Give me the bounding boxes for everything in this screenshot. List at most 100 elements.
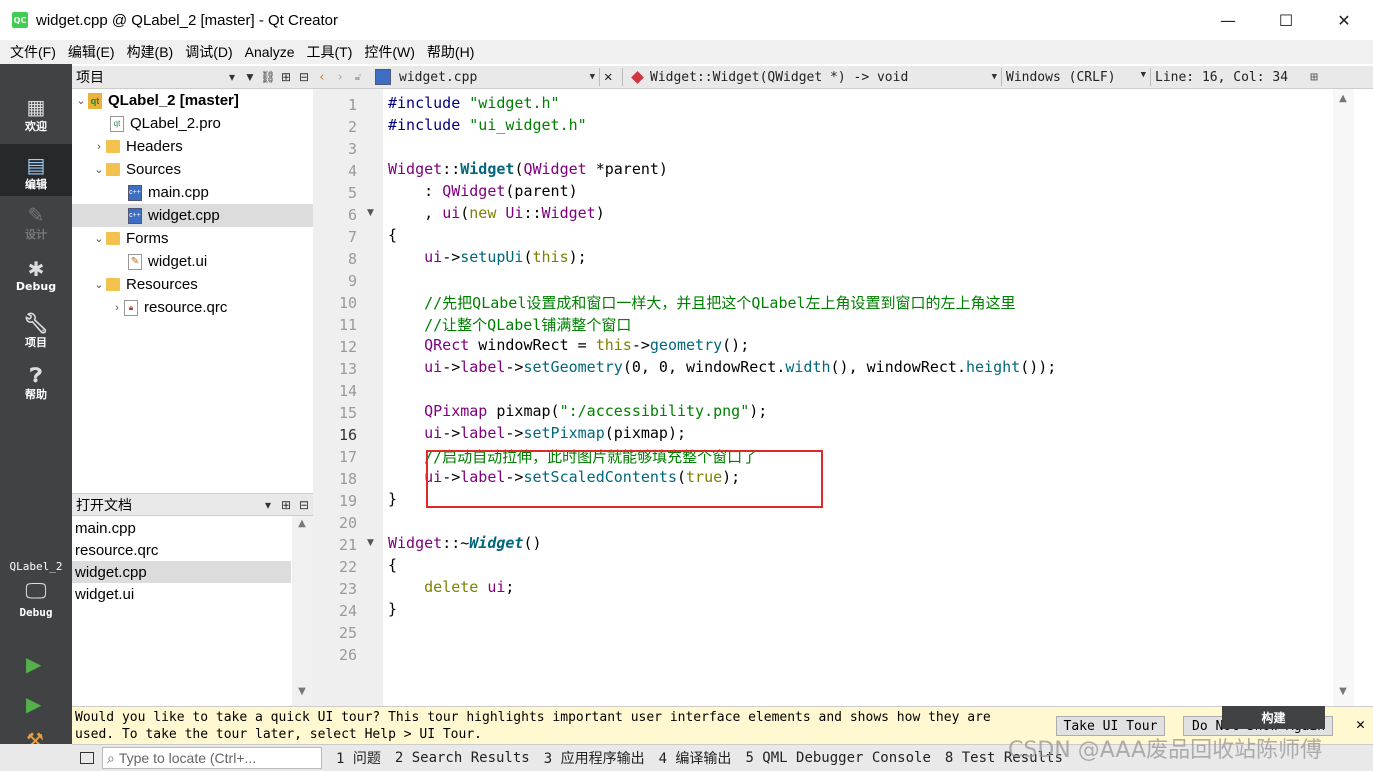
chevron-down-icon[interactable]: ⌄: [92, 278, 106, 291]
line-ending-selector[interactable]: Windows (CRLF) ▼: [1006, 70, 1146, 85]
qrc-file-icon: 🔒︎: [124, 299, 138, 316]
split-icon[interactable]: ⊞: [277, 498, 295, 512]
locator-input[interactable]: ⌕ Type to locate (Ctrl+...: [102, 747, 322, 769]
scroll-up-arrow-icon[interactable]: ▲: [293, 518, 311, 534]
scroll-down-arrow-icon[interactable]: ▼: [293, 686, 311, 702]
tree-item-main-cpp[interactable]: c++ main.cpp: [72, 181, 313, 204]
chevron-right-icon[interactable]: ›: [110, 302, 124, 314]
kit-name: QLabel_2: [9, 560, 63, 573]
folder-icon: [106, 140, 120, 153]
pane-issues[interactable]: 1 问题: [336, 748, 381, 768]
split-icon[interactable]: ⊞: [277, 70, 295, 84]
menu-tools[interactable]: 工具(T): [300, 42, 358, 62]
forward-arrow-icon[interactable]: ›: [331, 70, 349, 85]
line-number: 17: [338, 448, 357, 466]
tree-item-widget-ui[interactable]: ✎ widget.ui: [72, 250, 313, 273]
chevron-down-icon[interactable]: ⌄: [92, 163, 106, 176]
bug-icon: ✱: [27, 257, 45, 281]
pane-compile-output[interactable]: 4 编译输出: [659, 748, 732, 768]
tree-item-resource-qrc[interactable]: › 🔒︎ resource.qrc: [72, 296, 313, 319]
tree-item-pro-file[interactable]: qt QLabel_2.pro: [72, 112, 313, 135]
maximize-button[interactable]: ☐: [1257, 0, 1315, 40]
mode-edit[interactable]: ▤ 编辑: [0, 144, 72, 196]
minimize-button[interactable]: —: [1199, 0, 1257, 40]
close-window-button[interactable]: ✕: [1315, 0, 1373, 40]
menu-build[interactable]: 构建(B): [121, 42, 180, 62]
menu-edit[interactable]: 编辑(E): [62, 42, 121, 62]
lock-icon: 🔓︎: [354, 71, 362, 83]
dropdown-arrow-icon[interactable]: ▼: [992, 72, 997, 82]
mode-design-label: 设计: [25, 228, 47, 241]
tree-item-widget-cpp[interactable]: c++ widget.cpp: [72, 204, 313, 227]
folder-icon: [106, 232, 120, 245]
tree-item-headers[interactable]: › Headers: [72, 135, 313, 158]
code-line-10: //先把QLabel设置成和窗口一样大，并且把这个QLabel左上角设置到窗口的…: [388, 294, 1016, 312]
cpp-file-icon: c++: [128, 207, 142, 224]
line-number: 18: [338, 470, 357, 488]
scroll-down-arrow-icon[interactable]: ▼: [1334, 686, 1352, 702]
fold-marker-icon[interactable]: ▼: [367, 208, 377, 218]
code-editor[interactable]: #include "widget.h" #include "ui_widget.…: [383, 89, 1354, 706]
dropdown-arrow-icon[interactable]: ▼: [1141, 70, 1146, 85]
menu-file[interactable]: 文件(F): [4, 42, 62, 62]
tree-item-label: resource.qrc: [144, 299, 228, 316]
title-bar: QC widget.cpp @ QLabel_2 [master] - Qt C…: [0, 0, 1373, 40]
dropdown-arrow-icon[interactable]: ▼: [590, 72, 595, 82]
menu-widgets[interactable]: 控件(W): [358, 42, 421, 62]
open-docs-scrollbar[interactable]: ▲ ▼: [292, 516, 313, 706]
tree-item-sources[interactable]: ⌄ Sources: [72, 158, 313, 181]
debug-run-button[interactable]: ▶: [26, 694, 46, 714]
link-icon[interactable]: ⛓︎: [259, 70, 277, 84]
pane-application-output[interactable]: 3 应用程序输出: [544, 748, 645, 768]
code-line-12: QRect windowRect = this->geometry();: [424, 336, 750, 354]
line-number: 21: [338, 536, 357, 554]
pane-search-results[interactable]: 2 Search Results: [395, 750, 530, 766]
toggle-sidebar-icon[interactable]: [80, 752, 94, 764]
run-button[interactable]: ▶: [26, 654, 46, 674]
dropdown-arrow-icon[interactable]: ▾: [223, 70, 241, 84]
mode-projects[interactable]: 🔧︎ 项目: [0, 312, 72, 360]
scroll-up-arrow-icon[interactable]: ▲: [1334, 93, 1352, 109]
close-document-icon[interactable]: ✕: [604, 69, 618, 85]
close-pane-icon[interactable]: ⊟: [295, 498, 313, 512]
kit-selector[interactable]: QLabel_2 🖵︎ Debug: [0, 560, 72, 619]
open-doc-item[interactable]: widget.ui: [72, 583, 291, 605]
tree-item-resources[interactable]: ⌄ Resources: [72, 273, 313, 296]
editor-scrollbar[interactable]: ▲ ▼: [1333, 89, 1354, 706]
mode-debug[interactable]: ✱ Debug: [0, 258, 72, 306]
mode-welcome[interactable]: ▦ 欢迎: [0, 96, 72, 144]
current-function: Widget::Widget(QWidget *) -> void: [650, 69, 909, 85]
back-arrow-icon[interactable]: ‹: [313, 70, 331, 85]
open-doc-item[interactable]: resource.qrc: [72, 539, 291, 561]
tree-item-label: Headers: [126, 138, 183, 155]
tree-item-forms[interactable]: ⌄ Forms: [72, 227, 313, 250]
menu-help[interactable]: 帮助(H): [421, 42, 480, 62]
document-selector[interactable]: widget.cpp ▼: [375, 69, 595, 85]
open-doc-item[interactable]: main.cpp: [72, 517, 291, 539]
design-icon: ✎: [27, 203, 45, 227]
menu-bar: 文件(F) 编辑(E) 构建(B) 调试(D) Analyze 工具(T) 控件…: [0, 40, 1373, 64]
tree-item-project[interactable]: ⌄ qt QLabel_2 [master]: [72, 89, 313, 112]
split-editor-icon[interactable]: ⊞: [1305, 70, 1323, 85]
chevron-right-icon[interactable]: ›: [92, 141, 106, 153]
highlight-annotation-box: [426, 450, 823, 508]
open-doc-item[interactable]: widget.cpp: [72, 561, 291, 583]
close-pane-icon[interactable]: ⊟: [295, 70, 313, 84]
pane-qml-debugger-console[interactable]: 5 QML Debugger Console: [745, 750, 930, 766]
chevron-down-icon[interactable]: ⌄: [92, 232, 106, 245]
project-tree: ⌄ qt QLabel_2 [master] qt QLabel_2.pro ›…: [72, 89, 313, 492]
mode-help[interactable]: ❓︎ 帮助: [0, 364, 72, 412]
fold-marker-icon[interactable]: ▼: [367, 538, 377, 548]
close-infobar-icon[interactable]: ✕: [1356, 715, 1365, 733]
dropdown-arrow-icon[interactable]: ▾: [259, 498, 277, 512]
code-line-1: #include "widget.h": [388, 94, 560, 112]
symbol-selector[interactable]: Widget::Widget(QWidget *) -> void ▼: [627, 70, 997, 85]
code-line-4: Widget::Widget(QWidget *parent): [388, 160, 668, 178]
mode-design[interactable]: ✎ 设计: [0, 204, 72, 252]
pro-file-icon: qt: [110, 115, 124, 132]
filter-icon[interactable]: ▼: [241, 70, 259, 84]
menu-analyze[interactable]: Analyze: [239, 44, 301, 60]
menu-debug[interactable]: 调试(D): [179, 42, 238, 62]
cursor-position[interactable]: Line: 16, Col: 34: [1155, 70, 1305, 85]
chevron-down-icon[interactable]: ⌄: [74, 94, 88, 107]
